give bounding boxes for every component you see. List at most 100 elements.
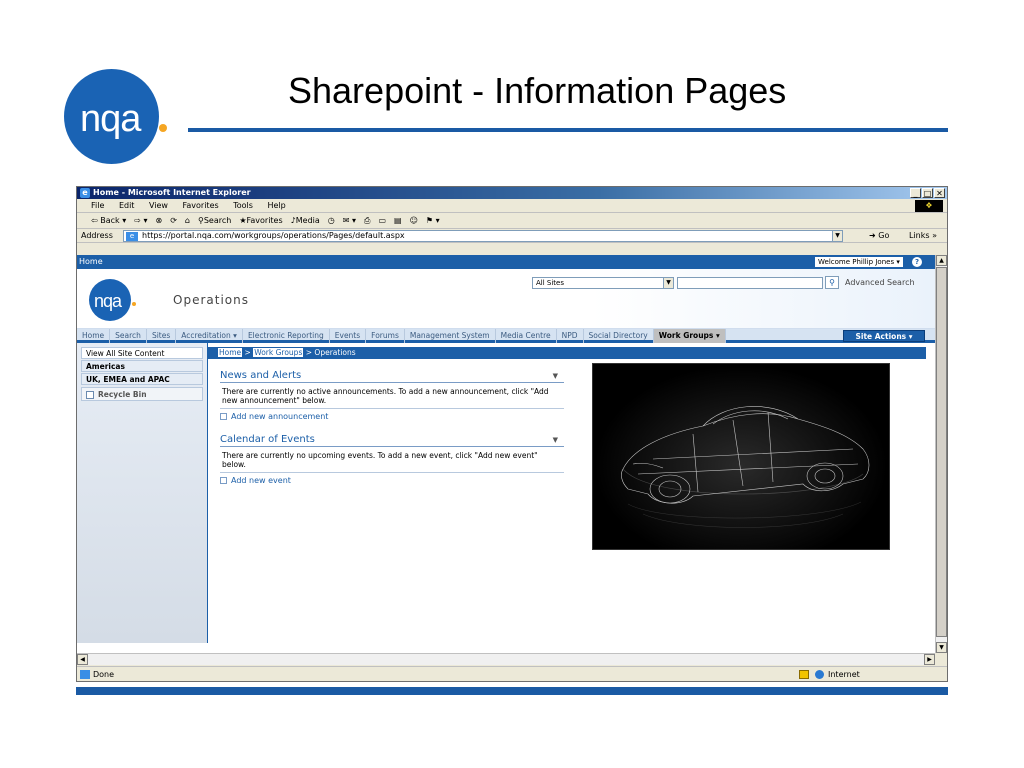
search-go-button[interactable]: ⚲ [825,276,839,289]
mail-icon[interactable]: ✉ ▾ [343,213,356,228]
discuss-icon[interactable]: ▤ [394,213,402,228]
quick-launch: View All Site Content Americas UK, EMEA … [77,343,208,643]
address-input[interactable]: e https://portal.nqa.com/workgroups/oper… [123,230,843,242]
sp-home-link[interactable]: Home [79,257,103,266]
sp-header: nqa Operations All Sites ▼ ⚲ Advanced Se… [77,269,935,329]
site-logo-text: nqa [94,291,122,311]
scroll-up-icon[interactable]: ▲ [936,255,947,266]
scroll-down-icon[interactable]: ▼ [936,642,947,653]
view-all-site-content-link[interactable]: View All Site Content [81,347,203,359]
quick-launch-uk-emea-apac[interactable]: UK, EMEA and APAC [81,373,203,385]
nav-management-system[interactable]: Management System [405,329,496,343]
nav-home[interactable]: Home [77,329,111,343]
maximize-button[interactable]: □ [922,188,933,198]
recycle-bin-link[interactable]: Recycle Bin [81,387,203,401]
slide: nqa Sharepoint - Information Pages e Hom… [0,0,1024,768]
quick-launch-americas[interactable]: Americas [81,360,203,372]
calendar-webpart-title[interactable]: Calendar of Events ▼ [220,433,564,447]
print-icon[interactable]: ⎙ [364,213,370,228]
news-title-text: News and Alerts [220,370,302,381]
add-announcement-label: Add new announcement [231,412,329,421]
browser-window: e Home - Microsoft Internet Explorer _ □… [76,186,948,682]
scroll-right-icon[interactable]: ▶ [924,654,935,665]
breadcrumb-separator: > [244,348,251,357]
favorites-button[interactable]: ★Favorites [239,213,282,228]
menu-file[interactable]: File [91,201,104,210]
nav-electronic-reporting[interactable]: Electronic Reporting [243,329,330,343]
scroll-left-icon[interactable]: ◀ [77,654,88,665]
close-button[interactable]: ✕ [934,188,945,198]
scope-dropdown-icon: ▼ [663,278,673,288]
home-icon[interactable]: ⌂ [185,213,190,228]
scroll-thumb[interactable] [936,267,947,637]
go-button[interactable]: ➜ Go [869,229,889,243]
menu-view[interactable]: View [149,201,168,210]
nav-events[interactable]: Events [330,329,367,343]
nav-social-directory[interactable]: Social Directory [584,329,654,343]
history-icon[interactable]: ◷ [328,213,335,228]
sp-global-bar: Home Welcome Phillip Jones ▾ ? [77,255,935,269]
status-page-icon [80,670,90,679]
nav-search[interactable]: Search [110,329,147,343]
status-bar: Done Internet [77,666,947,681]
slide-title: Sharepoint - Information Pages [288,70,787,111]
menu-edit[interactable]: Edit [119,201,135,210]
stop-icon[interactable]: ⊗ [156,213,163,228]
window-controls: _ □ ✕ [910,188,945,198]
webpart-menu-icon[interactable]: ▼ [553,369,558,383]
search-input[interactable] [677,277,823,289]
add-icon [220,413,227,420]
calendar-webpart: Calendar of Events ▼ There are currently… [220,433,564,485]
messenger-icon[interactable]: ☺ [410,213,418,228]
menu-help[interactable]: Help [267,201,285,210]
links-button[interactable]: Links » [909,229,937,243]
breadcrumb-work-groups[interactable]: Work Groups [253,348,304,357]
security-zone: Internet [815,667,860,682]
news-webpart-title[interactable]: News and Alerts ▼ [220,369,564,383]
address-value: https://portal.nqa.com/workgroups/operat… [142,231,405,240]
research-icon[interactable]: ⚑ ▾ [426,213,440,228]
window-title: Home - Microsoft Internet Explorer [93,188,251,197]
nav-forums[interactable]: Forums [366,329,405,343]
lock-icon [799,670,809,679]
minimize-button[interactable]: _ [910,188,921,198]
nav-work-groups[interactable]: Work Groups ▾ [653,329,726,343]
add-announcement-link[interactable]: Add new announcement [220,412,564,421]
page-viewport: Home Welcome Phillip Jones ▾ ? nqa Opera… [77,255,935,653]
nav-media-centre[interactable]: Media Centre [496,329,557,343]
back-label: Back [100,216,120,225]
help-icon[interactable]: ? [912,257,922,267]
media-label: Media [295,216,320,225]
site-title[interactable]: Operations [173,293,249,307]
recycle-bin-icon [86,391,94,399]
add-icon [220,477,227,484]
webpart-menu-icon[interactable]: ▼ [553,433,558,447]
add-event-link[interactable]: Add new event [220,476,564,485]
media-button[interactable]: ♪Media [291,213,320,228]
advanced-search-link[interactable]: Advanced Search [845,278,915,287]
ie-icon: e [80,188,90,198]
breadcrumb-home[interactable]: Home [218,348,243,357]
nav-sites[interactable]: Sites [147,329,177,343]
favorites-label: Favorites [246,216,283,225]
car-wireframe-graphic [621,406,870,528]
forward-button[interactable]: ⇨ ▾ [134,213,147,228]
horizontal-scrollbar[interactable]: ◀ ▶ [77,653,935,665]
search-scope-select[interactable]: All Sites ▼ [532,277,674,289]
news-empty-message: There are currently no active announceme… [220,383,564,409]
search-button[interactable]: ⚲Search [198,213,231,228]
back-arrow-icon: ⇦ [91,216,98,225]
site-logo-dot-icon [132,302,136,306]
vertical-scrollbar[interactable]: ▲ ▼ [935,255,947,653]
links-label: Links [909,231,930,240]
address-dropdown-icon[interactable]: ▼ [832,231,842,241]
edit-icon[interactable]: ▭ [378,213,386,228]
refresh-icon[interactable]: ⟳ [170,213,177,228]
menu-favorites[interactable]: Favorites [183,201,219,210]
welcome-menu[interactable]: Welcome Phillip Jones ▾ [815,257,903,267]
site-actions-button[interactable]: Site Actions ▾ [843,330,925,342]
menu-tools[interactable]: Tools [233,201,253,210]
nav-accreditation[interactable]: Accreditation ▾ [176,329,243,343]
back-button[interactable]: ⇦ Back ▾ [91,213,126,228]
nav-npd[interactable]: NPD [557,329,584,343]
